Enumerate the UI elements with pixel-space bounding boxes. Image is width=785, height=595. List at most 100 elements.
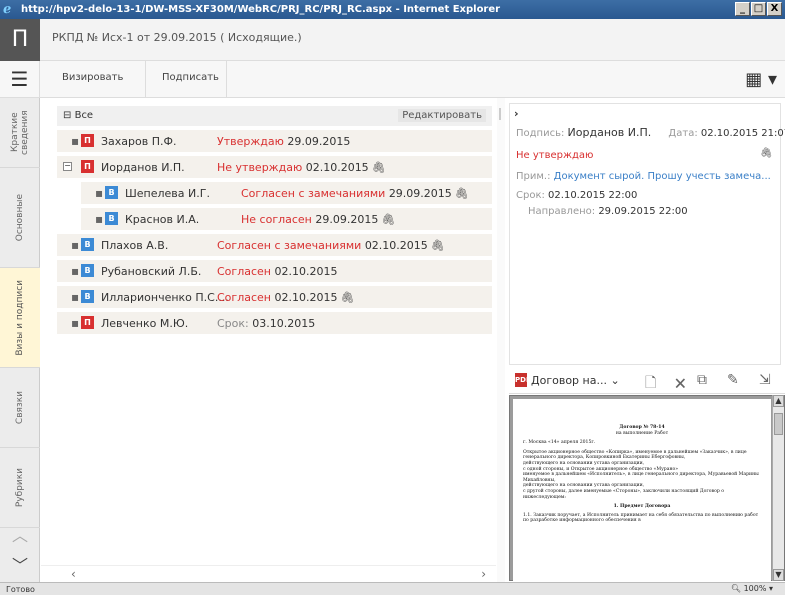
scroll-left-icon[interactable]: ‹ [71, 567, 76, 581]
sign-label: Подпись: [516, 128, 565, 139]
scroll-up-icon[interactable]: ︿ [0, 522, 40, 546]
status-text: Готово [6, 585, 35, 594]
attachment-icon[interactable]: 🖇 [431, 239, 445, 252]
attachment-icon[interactable]: 🖇 [760, 148, 773, 159]
status-text: Не согласен [241, 213, 312, 226]
close-button[interactable]: X [767, 2, 782, 16]
tab-summary[interactable]: Краткие сведения [0, 98, 40, 168]
status-date: 29.09.2015 [388, 187, 452, 200]
preview-scrollbar[interactable]: ▲ ▼ [772, 395, 784, 581]
zoom-icon: 🔍︎ [730, 584, 742, 593]
status-date: 29.09.2015 [287, 135, 351, 148]
pdf-icon: PDF [515, 373, 531, 387]
grid-menu-icon[interactable]: ▦ ▾ [745, 69, 777, 90]
toolbar: ☰ Визировать Подписать ▦ ▾ [0, 61, 785, 98]
status-bar: Готово 🔍︎ 100% ▾ [0, 582, 785, 595]
date-label: Дата: [668, 128, 698, 139]
root-label: Все [74, 110, 94, 121]
status-date: 29.09.2015 [315, 213, 379, 226]
chevron-down-icon[interactable]: ⌄ [610, 374, 619, 387]
tab-links[interactable]: Связки [0, 368, 40, 448]
sent-line: Направлено: 29.09.2015 22:00 [528, 206, 688, 217]
sign-name: Иорданов И.П. [567, 126, 652, 139]
scroll-down-icon[interactable]: ﹀ [0, 552, 40, 576]
copy-icon[interactable]: ⧉ [697, 372, 707, 388]
scroll-thumb[interactable] [774, 413, 783, 435]
bullet-icon: ▪ [71, 316, 80, 330]
new-doc-icon[interactable]: 🗋 [645, 372, 656, 396]
scroll-up-arrow-icon[interactable]: ▲ [773, 395, 784, 407]
edit-button[interactable]: Редактировать [398, 109, 486, 122]
window-title: http://hpv2-delo-13-1/DW-MSS-XF30M/WebRC… [21, 4, 501, 15]
tab-label: Визы и подписи [15, 279, 25, 356]
scroll-down-arrow-icon[interactable]: ▼ [773, 569, 784, 581]
bullet-icon: ▪ [71, 290, 80, 304]
visa-status: Не утверждаю 02.10.2015 🖇 [217, 161, 386, 174]
tree-row[interactable]: ▪ В Илларионченко П.С.... Согласен 02.10.20… [57, 286, 492, 308]
window-titlebar: ℯ http://hpv2-delo-13-1/DW-MSS-XF30M/Web… [0, 0, 785, 19]
deadline-value: 02.10.2015 22:00 [548, 190, 638, 201]
attachment-icon[interactable]: 🖇 [381, 213, 395, 226]
status-text: Согласен с замечаниями [217, 239, 362, 252]
window-controls: _ □ X [734, 2, 782, 16]
tree-row[interactable]: ▪ В Плахов А.В. Согласен с замечаниями 02.1… [57, 234, 492, 256]
scroll-right-icon[interactable]: › [481, 567, 486, 581]
note-link[interactable]: Документ сырой. Прошу учесть замеча... [554, 171, 771, 182]
document-preview[interactable]: Договор № 78-14 на выполнение Работ г. М… [509, 395, 785, 581]
tree-row[interactable]: ▪ П Захаров П.Ф. Утверждаю 29.09.2015 [57, 130, 492, 152]
attachment-icon[interactable]: 🖇 [455, 187, 469, 200]
status-text: Согласен [217, 265, 271, 278]
zoom-level[interactable]: 🔍︎ 100% ▾ [731, 584, 773, 593]
signature-detail-panel: › Подпись: Иорданов И.П. Дата: 02.10.201… [509, 103, 785, 365]
visa-status: Согласен с замечаниями 02.10.2015 🖇 [217, 239, 445, 252]
role-badge: В [105, 186, 118, 199]
tab-label: Основные [15, 193, 25, 242]
pane-splitter[interactable] [497, 98, 505, 582]
role-badge: П [81, 134, 94, 147]
status-text: Срок: [217, 317, 249, 330]
endorse-button[interactable]: Визировать [62, 72, 123, 83]
bullet-icon: ▪ [95, 212, 104, 226]
delete-doc-icon[interactable]: 🗙 [675, 372, 686, 396]
maximize-button[interactable]: □ [751, 2, 766, 16]
page-text: с другой стороны, далее именуемые «Сторо… [523, 488, 725, 500]
zoom-value: 100% [743, 584, 767, 593]
page-text: 1.1. Заказчик поручает, а Исполнитель пр… [523, 512, 759, 524]
tree-row[interactable]: ▪ П Левченко М.Ю. Срок: 03.10.2015 [57, 312, 492, 334]
attachment-icon[interactable]: 🖇 [372, 161, 386, 174]
tree-row[interactable]: ▪ В Краснов И.А. Не согласен 29.09.2015 🖇 [81, 208, 492, 230]
person-name: Рубановский Л.Б. [101, 265, 202, 278]
tree-row[interactable]: ▪ В Рубановский Л.Б. Согласен 02.10.2015 [57, 260, 492, 282]
page-text: г. Москва «14» апреля 2015г. [523, 440, 596, 446]
role-badge: В [81, 264, 94, 277]
bullet-icon: ▪ [71, 238, 80, 252]
person-name: Захаров П.Ф. [101, 135, 177, 148]
tree-root[interactable]: ⊟ Все [63, 110, 93, 121]
note-label: Прим.: [516, 171, 551, 182]
file-selector[interactable]: Договор на... ⌄ [531, 374, 620, 387]
export-icon[interactable]: ⇲ [759, 372, 771, 388]
sign-button[interactable]: Подписать [162, 72, 219, 83]
collapse-icon[interactable]: ⊟ [63, 110, 71, 121]
tree-row[interactable]: ▪ В Шепелева И.Г. Согласен с замечаниями 29… [81, 182, 492, 204]
edit-icon[interactable]: ✎ [727, 372, 739, 388]
minimize-button[interactable]: _ [735, 2, 750, 16]
note-line: Прим.: Документ сырой. Прошу учесть заме… [516, 171, 771, 182]
status-text: Согласен с замечаниями [241, 187, 386, 200]
tab-visas-signatures[interactable]: Визы и подписи [0, 268, 40, 368]
expander-icon[interactable]: − [63, 162, 72, 171]
tab-label: Краткие сведения [10, 110, 30, 155]
tab-main[interactable]: Основные [0, 168, 40, 268]
splitter-grip[interactable] [499, 108, 501, 120]
tree-row[interactable]: − П Иорданов И.П. Не утверждаю 02.10.2015 🖇 [57, 156, 492, 178]
page-text: 1. Предмет Договора [613, 504, 671, 510]
visa-status: Согласен 02.10.2015 [217, 265, 337, 278]
horizontal-scrollbar[interactable]: ‹ › [41, 565, 496, 582]
chevron-right-icon[interactable]: › [514, 107, 519, 120]
attachment-icon[interactable]: 🖇 [340, 291, 354, 304]
app-logo[interactable]: П [0, 19, 40, 61]
role-badge: В [105, 212, 118, 225]
status-date: 02.10.2015 [305, 161, 369, 174]
tab-rubrics[interactable]: Рубрики [0, 448, 40, 528]
menu-toggle-icon[interactable]: ☰ [0, 61, 40, 98]
